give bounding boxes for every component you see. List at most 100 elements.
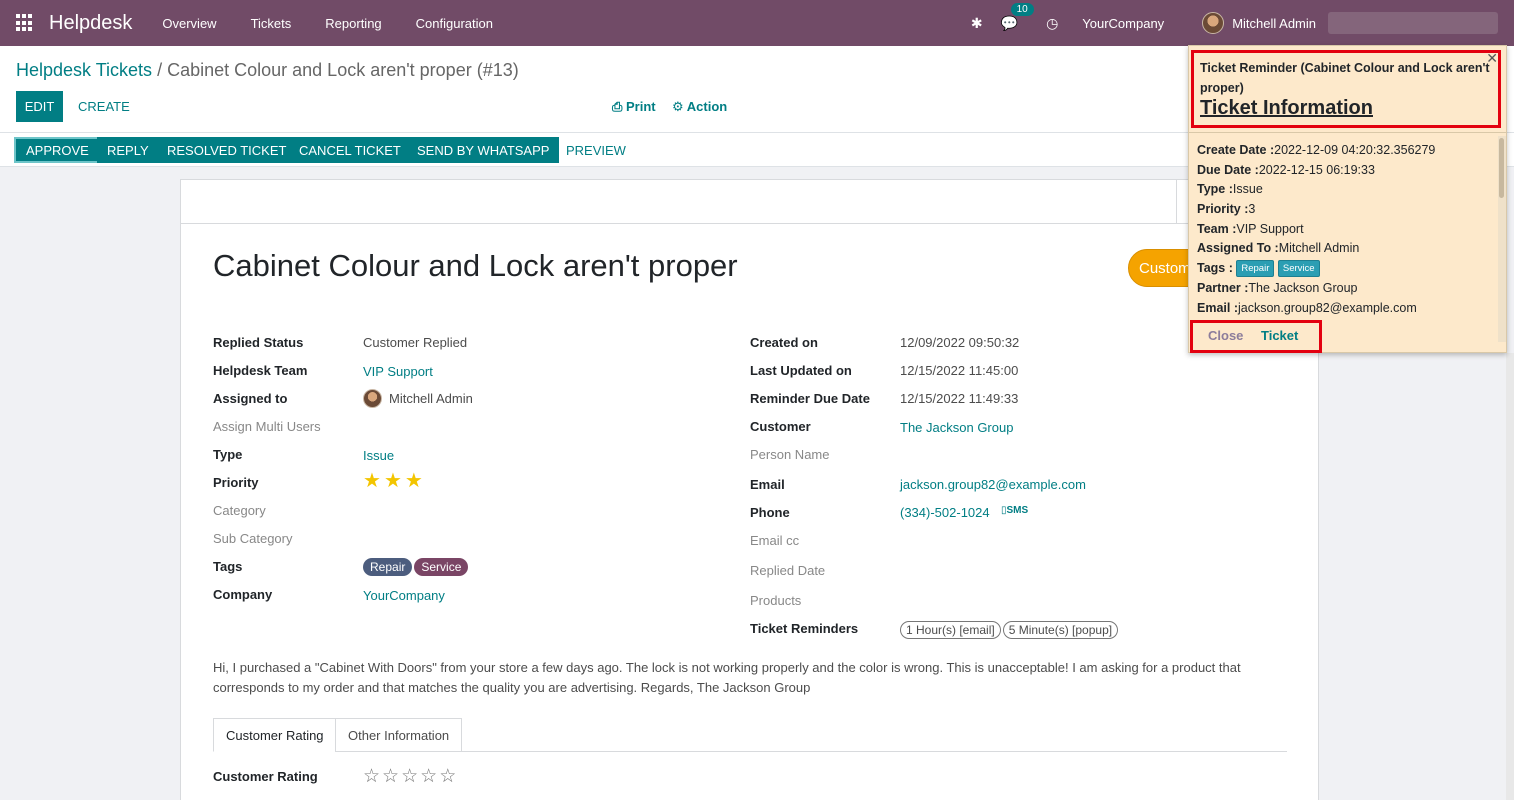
chat-icon[interactable]: 💬 10 [1001, 2, 1034, 32]
updated-label: Last Updated on [750, 363, 852, 378]
customer-value[interactable]: The Jackson Group [900, 420, 1013, 435]
print-dropdown[interactable]: ⎙ Print [612, 99, 656, 115]
approve-button[interactable]: APPROVE [14, 137, 101, 163]
popup-value: jackson.group82@example.com [1238, 300, 1417, 315]
reminder-tag: 5 Minute(s) [popup] [1002, 621, 1119, 639]
breadcrumb-current: Cabinet Colour and Lock aren't proper (#… [167, 60, 519, 80]
popup-scrollbar-thumb[interactable] [1499, 138, 1504, 198]
gear-icon: ⚙ [672, 99, 687, 114]
team-value[interactable]: VIP Support [363, 364, 433, 379]
customer-rating-label: Customer Rating [213, 769, 318, 784]
popup-row-email: Email :jackson.group82@example.com [1197, 299, 1435, 319]
breadcrumb-separator: / [152, 60, 168, 80]
popup-row-due-date: Due Date :2022-12-15 06:19:33 [1197, 161, 1435, 181]
reminders-label: Ticket Reminders [750, 621, 859, 636]
user-avatar[interactable] [1202, 12, 1225, 34]
priority-stars[interactable]: ★★★ [363, 468, 426, 493]
popup-row-team: Team :VIP Support [1197, 220, 1435, 240]
star-outline-icon[interactable]: ☆ [420, 766, 439, 787]
tab-customer-rating[interactable]: Customer Rating [213, 718, 337, 752]
category-label: Category [213, 503, 266, 518]
tags-field: Repair Service [363, 558, 470, 576]
reminder-tag: 1 Hour(s) [email] [900, 621, 1001, 639]
company-label: Company [213, 587, 273, 602]
star-icon[interactable]: ★ [384, 470, 405, 492]
breadcrumb: Helpdesk Tickets / Cabinet Colour and Lo… [16, 60, 519, 81]
reply-button[interactable]: REPLY [97, 137, 159, 163]
tags-label: Tags [213, 559, 243, 574]
user-menu[interactable]: Mitchell Admin [1232, 16, 1316, 31]
edit-button[interactable]: EDIT [16, 91, 63, 122]
cancel-ticket-button[interactable]: CANCEL TICKET [289, 137, 411, 163]
updated-value: 12/15/2022 11:45:00 [900, 363, 1019, 378]
assigned-label: Assigned to [213, 391, 288, 406]
phone-value[interactable]: (334)-502-1024 [900, 505, 990, 520]
popup-info-heading: Ticket Information [1200, 97, 1373, 119]
menu-configuration[interactable]: Configuration [416, 16, 493, 31]
replied-status-label: Replied Status [213, 335, 304, 350]
bug-icon[interactable]: ✱ [971, 15, 983, 32]
company-switcher[interactable]: YourCompany [1082, 16, 1164, 31]
popup-row-tags: Tags : Repair Service [1197, 259, 1435, 279]
create-button[interactable]: CREATE [78, 91, 130, 122]
type-label: Type [213, 447, 243, 462]
created-label: Created on [750, 335, 818, 350]
popup-label: Create Date : [1197, 143, 1275, 157]
print-label: Print [626, 99, 656, 114]
menu-overview[interactable]: Overview [162, 16, 216, 31]
popup-value: The Jackson Group [1248, 280, 1358, 295]
popup-ticket-button[interactable]: Ticket [1261, 328, 1298, 343]
ticket-reminders-field: 1 Hour(s) [email] 5 Minute(s) [popup] [900, 621, 1120, 639]
notebook-tabs: Customer Rating Other Information [213, 718, 1287, 752]
popup-label: Team : [1197, 221, 1237, 236]
customer-label: Customer [750, 419, 811, 434]
star-icon[interactable]: ★ [405, 470, 426, 492]
popup-details: Create Date :2022-12-09 04:20:32.356279 … [1197, 141, 1435, 318]
top-navbar: Helpdesk Overview Tickets Reporting Conf… [0, 0, 1514, 46]
email-value[interactable]: jackson.group82@example.com [900, 477, 1086, 492]
popup-value: VIP Support [1236, 221, 1304, 236]
person-name-label: Person Name [750, 447, 830, 462]
star-outline-icon[interactable]: ☆ [363, 766, 382, 787]
tab-other-information[interactable]: Other Information [335, 718, 463, 752]
star-outline-icon[interactable]: ☆ [382, 766, 401, 787]
popup-scrollbar[interactable] [1498, 136, 1506, 342]
priority-label: Priority [213, 475, 259, 490]
breadcrumb-parent[interactable]: Helpdesk Tickets [16, 60, 152, 80]
company-value[interactable]: YourCompany [363, 588, 445, 603]
team-label: Helpdesk Team [213, 363, 308, 378]
popup-label: Due Date : [1197, 162, 1259, 177]
reminder-due-label: Reminder Due Date [750, 391, 870, 406]
close-icon[interactable]: ✕ [1486, 50, 1498, 67]
action-dropdown[interactable]: ⚙ Action [672, 99, 727, 115]
star-icon[interactable]: ★ [363, 470, 384, 492]
customer-rating-stars[interactable]: ☆☆☆☆☆ [363, 765, 458, 788]
print-icon: ⎙ [612, 99, 627, 114]
tag-repair: Repair [363, 558, 413, 576]
popup-tag-repair: Repair [1236, 260, 1275, 278]
blurred-area [1328, 12, 1498, 34]
chat-count-badge: 10 [1010, 2, 1034, 16]
popup-close-button[interactable]: Close [1208, 328, 1243, 343]
star-outline-icon[interactable]: ☆ [439, 766, 458, 787]
sms-label: SMS [1006, 505, 1029, 516]
assigned-value[interactable]: Mitchell Admin [363, 389, 473, 408]
page-scrollbar[interactable] [1506, 353, 1514, 800]
multi-users-label: Assign Multi Users [213, 419, 321, 434]
ticket-description: Hi, I purchased a "Cabinet With Doors" f… [213, 660, 1241, 695]
send-by-whatsapp-button[interactable]: SEND BY WHATSAPP [407, 137, 560, 163]
assignee-avatar [363, 389, 382, 408]
apps-menu-icon[interactable] [16, 14, 34, 32]
tag-service: Service [414, 558, 469, 576]
sms-button[interactable]: ▯SMS [1001, 505, 1028, 516]
type-value[interactable]: Issue [363, 448, 394, 463]
preview-button[interactable]: PREVIEW [556, 137, 636, 163]
menu-tickets[interactable]: Tickets [251, 16, 292, 31]
email-cc-label: Email cc [750, 533, 800, 548]
star-outline-icon[interactable]: ☆ [401, 766, 420, 787]
resolved-ticket-button[interactable]: RESOLVED TICKET [157, 137, 297, 163]
menu-reporting[interactable]: Reporting [325, 16, 381, 31]
app-brand[interactable]: Helpdesk [49, 12, 132, 35]
reminder-due-value: 12/15/2022 11:49:33 [900, 391, 1019, 406]
clock-icon[interactable]: ◷ [1046, 15, 1058, 32]
